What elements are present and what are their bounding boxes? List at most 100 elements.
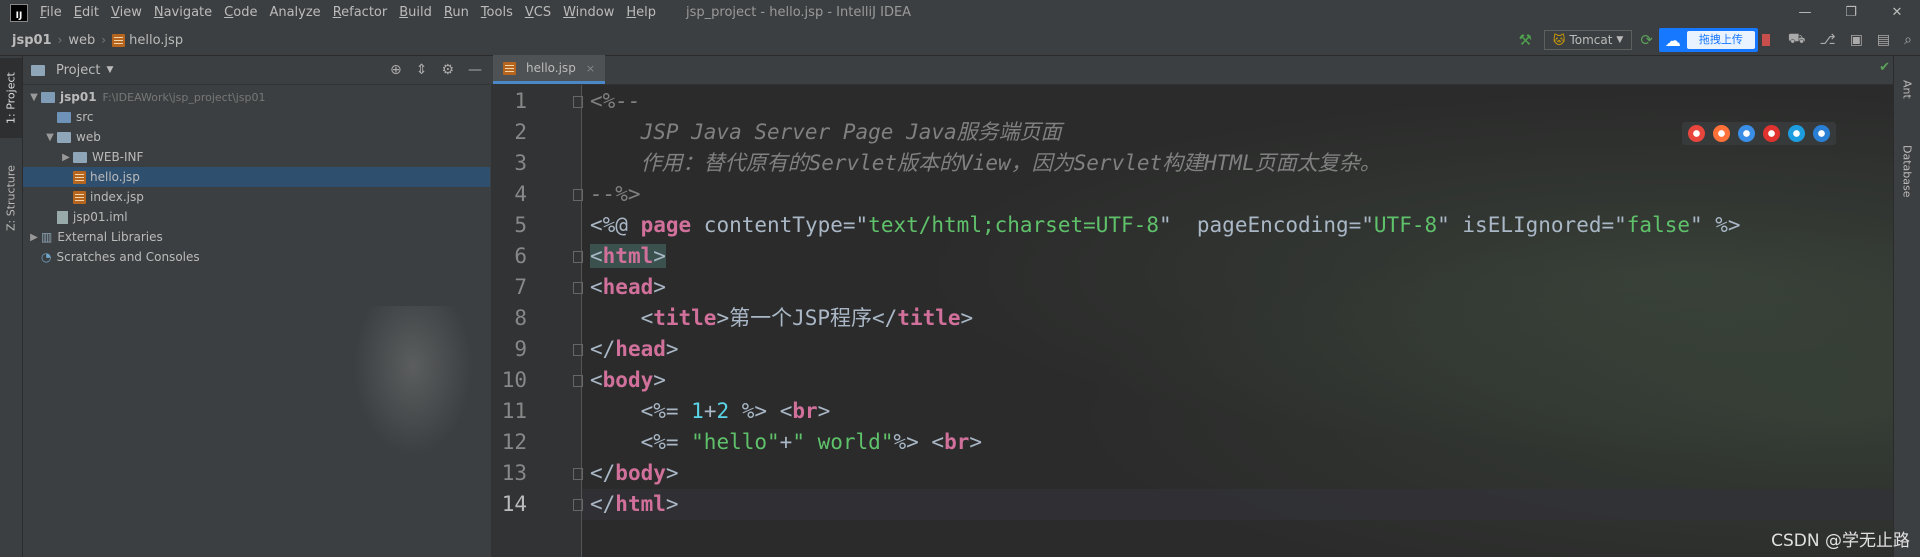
expand-arrow-icon[interactable]: ▶ [27, 232, 41, 243]
code-line[interactable]: <%= "hello"+" world"%> <br> [590, 427, 982, 458]
fold-marker-icon[interactable] [573, 282, 583, 294]
restore-icon[interactable]: ❐ [1828, 0, 1874, 25]
code-line[interactable]: <head> [590, 272, 666, 303]
run-config-dropdown[interactable]: 🐱 Tomcat ▼ [1543, 30, 1633, 50]
fold-marker-icon[interactable] [573, 189, 583, 201]
tab-label: hello.jsp [526, 61, 576, 75]
main-menu: File Edit View Navigate Code Analyze Refactor B… [34, 5, 662, 20]
project-structure-icon[interactable]: ▣ [1850, 32, 1863, 48]
tree-item[interactable]: src [23, 107, 490, 127]
window-title: jsp_project - hello.jsp - IntelliJ IDEA [686, 5, 912, 20]
tab-project[interactable]: 1: Project [0, 58, 22, 138]
menu-mnemonic: H [626, 5, 637, 20]
rerun-icon[interactable]: ⟳ [1640, 31, 1653, 49]
project-view-selector[interactable]: Project ▼ [31, 63, 113, 78]
collapse-all-icon[interactable]: ⇕ [416, 62, 428, 78]
code-line[interactable]: JSP Java Server Page Java服务端页面 [590, 117, 1062, 148]
tree-item[interactable]: index.jsp [23, 187, 490, 207]
source-folder-icon [57, 111, 71, 123]
line-number: 5 [514, 213, 527, 237]
coverage-icon[interactable]: ⛟ [1788, 31, 1806, 49]
fold-marker-icon[interactable] [573, 499, 583, 511]
tomcat-icon: 🐱 [1552, 33, 1566, 47]
menu-refactor[interactable]: Refactor [327, 5, 394, 20]
vcs-icon[interactable]: ⎇ [1820, 32, 1836, 48]
fold-marker-icon[interactable] [573, 96, 583, 108]
fold-marker-icon[interactable] [573, 251, 583, 263]
tab-structure[interactable]: Z: Structure [0, 148, 22, 248]
expand-arrow-icon[interactable]: ▶ [59, 152, 73, 163]
jsp-file-icon [73, 190, 86, 204]
tree-item[interactable]: ▶ ▥ External Libraries [23, 227, 490, 247]
breadcrumb-separator: › [101, 33, 107, 47]
menu-code[interactable]: Code [218, 5, 263, 20]
tree-item[interactable]: ▶ WEB-INF [23, 147, 490, 167]
close-tab-icon[interactable]: × [586, 62, 595, 75]
expand-arrow-icon[interactable]: ▼ [43, 132, 57, 143]
build-hammer-icon[interactable]: ⚒ [1518, 31, 1531, 49]
stop-icon[interactable] [1761, 34, 1770, 46]
menu-view[interactable]: View [105, 5, 148, 20]
code-line[interactable]: <%= 1+2 %> <br> [590, 396, 831, 427]
fold-marker-icon[interactable] [573, 344, 583, 356]
expand-arrow-icon[interactable]: ▼ [27, 92, 41, 103]
breadcrumb-web[interactable]: web [68, 33, 95, 48]
scratch-icon: ◔ [41, 250, 52, 264]
opera-icon[interactable] [1763, 125, 1780, 142]
gear-icon[interactable]: ⚙ [441, 62, 454, 78]
code-line[interactable]: <%@ page contentType="text/html;charset=… [590, 210, 1741, 241]
tree-item[interactable]: ◔ Scratches and Consoles [23, 247, 490, 267]
menu-label: un [452, 5, 469, 20]
tree-item[interactable]: jsp01.iml [23, 207, 490, 227]
tree-item[interactable]: ▼ web [23, 127, 490, 147]
breadcrumb-label: jsp01 [12, 32, 52, 48]
edge-icon[interactable] [1813, 125, 1830, 142]
menu-tools[interactable]: Tools [475, 5, 519, 20]
code-token: false [1626, 213, 1690, 237]
search-icon[interactable]: ⌕ [1904, 32, 1912, 48]
code-line[interactable]: 作用：替代原有的Servlet版本的View，因为Servlet构建HTML页面… [590, 148, 1381, 179]
menu-label: ode [233, 5, 258, 20]
breadcrumb-file[interactable]: hello.jsp [112, 33, 183, 48]
menu-mnemonic: N [153, 5, 164, 20]
code-token: < [590, 368, 603, 392]
upload-button[interactable]: 拖拽上传 [1686, 31, 1755, 49]
tree-item[interactable]: hello.jsp [23, 167, 490, 187]
code-line[interactable]: </head> [590, 334, 679, 365]
menu-vcs[interactable]: VCS [519, 5, 557, 20]
tree-item[interactable]: ▼ jsp01 F:\IDEAWork\jsp_project\jsp01 [23, 87, 490, 107]
locate-icon[interactable]: ⊕ [390, 62, 402, 78]
layout-icon[interactable]: ▤ [1877, 32, 1890, 48]
code-line[interactable]: --%> [590, 179, 641, 210]
hide-icon[interactable]: — [468, 62, 482, 78]
ie-icon[interactable] [1788, 125, 1805, 142]
fold-marker-icon[interactable] [573, 468, 583, 480]
menu-run[interactable]: Run [438, 5, 475, 20]
code-line[interactable]: </body> [590, 458, 679, 489]
menu-window[interactable]: Window [557, 5, 620, 20]
code-line[interactable]: <body> [590, 365, 666, 396]
breadcrumb-project[interactable]: jsp01 [12, 33, 52, 48]
menu-navigate[interactable]: Navigate [148, 5, 218, 20]
tab-ant[interactable]: Ant [1894, 64, 1920, 114]
tab-database[interactable]: Database [1894, 126, 1920, 216]
code-line[interactable]: <html> [590, 241, 666, 272]
fold-marker-icon[interactable] [573, 375, 583, 387]
code-editor[interactable]: 1 2 3 4 5 6 7 8 9 10 11 12 13 14 <%-- JSP Java Server… [491, 85, 1894, 557]
menu-analyze[interactable]: Analyze [263, 5, 326, 20]
chrome-icon[interactable] [1688, 125, 1705, 142]
menu-edit[interactable]: Edit [68, 5, 105, 20]
code-line[interactable]: <title>第一个JSP程序</title> [590, 303, 974, 334]
upload-widget[interactable]: ☁ 拖拽上传 [1658, 28, 1758, 52]
safari-icon[interactable] [1738, 125, 1755, 142]
tree-item-label: jsp01 [60, 90, 97, 104]
code-line[interactable]: <%-- [590, 86, 641, 117]
minimize-icon[interactable]: — [1782, 0, 1828, 25]
menu-file[interactable]: File [34, 5, 68, 20]
close-icon[interactable]: ✕ [1874, 0, 1920, 25]
menu-help[interactable]: Help [620, 5, 662, 20]
firefox-icon[interactable] [1713, 125, 1730, 142]
menu-build[interactable]: Build [393, 5, 438, 20]
tab-hello-jsp[interactable]: hello.jsp × [493, 55, 606, 84]
code-line[interactable]: </html> [590, 489, 679, 520]
